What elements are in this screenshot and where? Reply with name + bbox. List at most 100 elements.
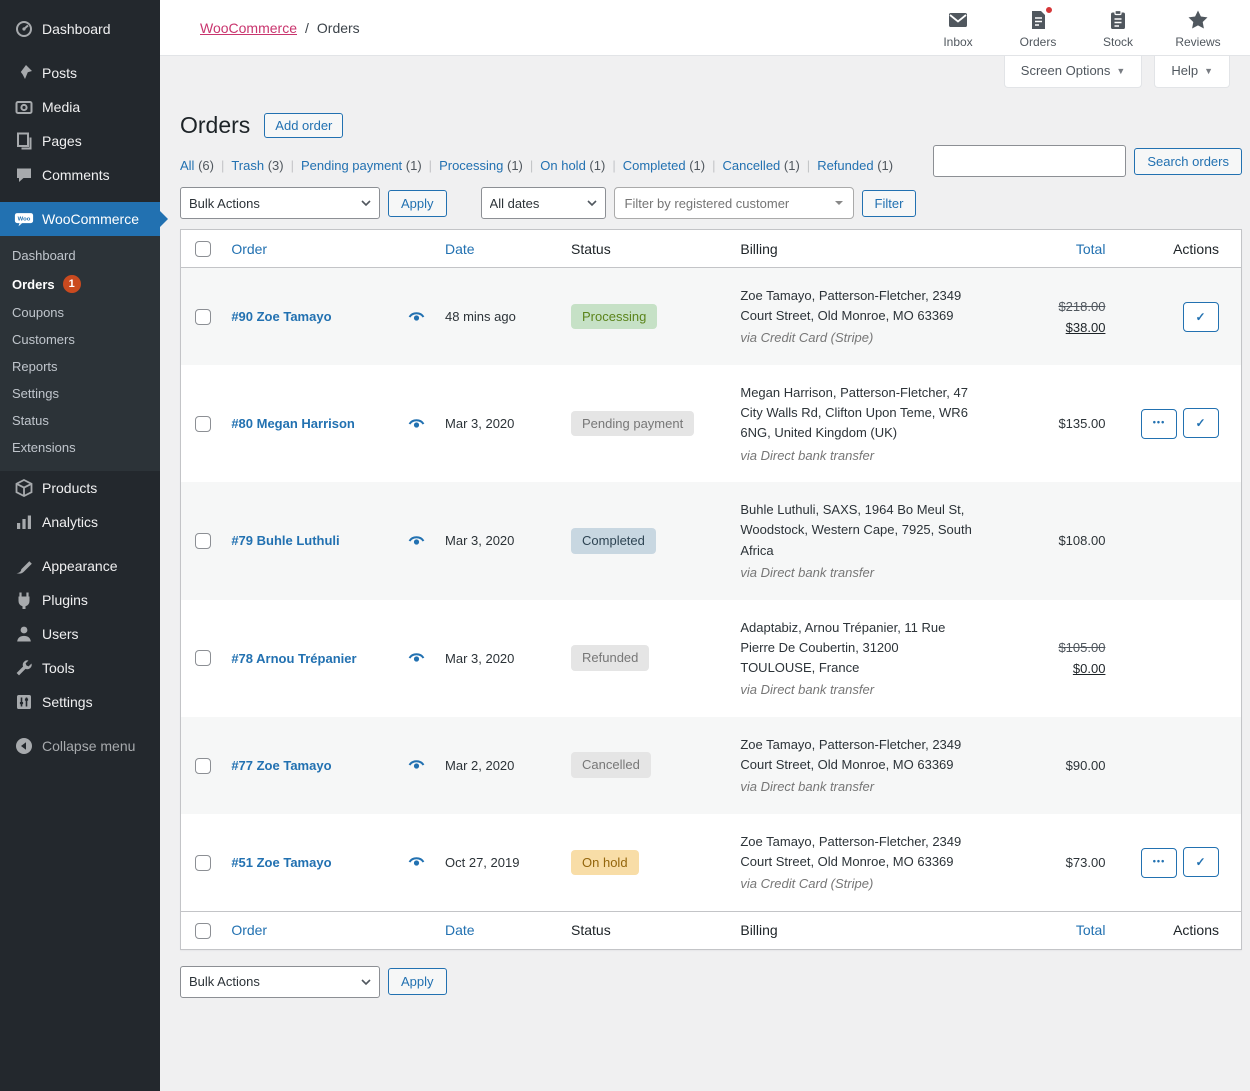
row-checkbox[interactable] [195,309,211,325]
submenu-item-status[interactable]: Status [0,407,160,434]
date-filter-select[interactable]: All dates [481,187,606,219]
sort-total-header[interactable]: Total [1076,922,1106,938]
sidebar-item-label: Products [42,480,97,496]
billing-address: Megan Harrison, Patterson-Fletcher, 47 C… [740,373,974,445]
customer-filter-select[interactable]: Filter by registered customer [614,187,854,219]
order-link[interactable]: #80 Megan Harrison [231,416,355,431]
total-original: $218.00 [994,299,1105,314]
help-button[interactable]: Help ▼ [1154,56,1230,88]
sidebar-item-users[interactable]: Users [0,617,160,651]
more-actions-button[interactable]: ••• [1141,848,1177,878]
collapse-icon [14,736,34,756]
sidebar-item-tools[interactable]: Tools [0,651,160,685]
apply-button[interactable]: Apply [388,190,447,217]
sidebar-item-settings[interactable]: Settings [0,685,160,719]
sidebar-item-woocommerce[interactable]: WooWooCommerce [0,202,160,236]
dashboard-icon [14,19,34,39]
sidebar-item-analytics[interactable]: Analytics [0,505,160,539]
order-total: $90.00 [984,717,1115,814]
search-orders-button[interactable]: Search orders [1134,148,1242,175]
search-input[interactable] [933,145,1126,177]
bulk-actions-select[interactable]: Bulk Actions [180,187,380,219]
order-link[interactable]: #77 Zoe Tamayo [231,758,331,773]
sidebar-item-products[interactable]: Products [0,471,160,505]
row-checkbox[interactable] [195,416,211,432]
status-header: Status [561,911,730,949]
order-link[interactable]: #51 Zoe Tamayo [231,855,331,870]
submenu-item-dashboard[interactable]: Dashboard [0,242,160,269]
sidebar-item-collapse[interactable]: Collapse menu [0,729,160,763]
order-link[interactable]: #79 Buhle Luthuli [231,533,339,548]
preview-icon[interactable] [408,417,425,431]
comments-icon [14,165,34,185]
view-link-pending-payment[interactable]: Pending payment [301,158,402,173]
complete-order-button[interactable]: ✓ [1183,408,1219,438]
activity-tab-inbox[interactable]: Inbox [918,6,998,49]
complete-order-button[interactable]: ✓ [1183,302,1219,332]
preview-icon[interactable] [408,758,425,772]
order-link[interactable]: #78 Arnou Trépanier [231,651,356,666]
sidebar-item-pages[interactable]: Pages [0,124,160,158]
chevron-down-icon [835,201,843,209]
submenu-item-settings[interactable]: Settings [0,380,160,407]
sidebar-item-posts[interactable]: Posts [0,56,160,90]
view-link-cancelled[interactable]: Cancelled [722,158,780,173]
view-link-all[interactable]: All [180,158,194,173]
view-link-processing[interactable]: Processing [439,158,503,173]
sort-total-header[interactable]: Total [1076,241,1106,257]
select-all-checkbox[interactable] [195,241,211,257]
media-icon [14,97,34,117]
row-actions: ••• ✓ [1115,814,1241,912]
sort-order-header[interactable]: Order [231,241,267,257]
add-order-button[interactable]: Add order [264,113,343,138]
preview-icon[interactable] [408,310,425,324]
view-link-completed[interactable]: Completed [623,158,686,173]
submenu-item-orders[interactable]: Orders1 [0,269,160,299]
view-link-trash[interactable]: Trash [231,158,264,173]
sort-order-header[interactable]: Order [231,922,267,938]
billing-address: Adaptabiz, Arnou Trépanier, 11 Rue Pierr… [740,608,974,680]
row-checkbox[interactable] [195,758,211,774]
row-actions [1115,717,1241,814]
activity-tab-label: Reviews [1175,35,1220,49]
sort-date-header[interactable]: Date [445,241,475,257]
submenu-item-extensions[interactable]: Extensions [0,434,160,461]
submenu-item-coupons[interactable]: Coupons [0,299,160,326]
order-total: $73.00 [984,814,1115,912]
row-checkbox[interactable] [195,855,211,871]
preview-icon[interactable] [408,534,425,548]
view-count: (1) [686,158,706,173]
view-link-on-hold[interactable]: On hold [540,158,586,173]
activity-tab-reviews[interactable]: Reviews [1158,6,1238,49]
more-actions-button[interactable]: ••• [1141,409,1177,439]
view-count: (1) [586,158,606,173]
activity-tab-orders[interactable]: Orders [998,6,1078,49]
sidebar-item-appearance[interactable]: Appearance [0,549,160,583]
order-total: $108.00 [984,482,1115,599]
preview-icon[interactable] [408,855,425,869]
activity-tab-stock[interactable]: Stock [1078,6,1158,49]
select-all-checkbox[interactable] [195,923,211,939]
sort-date-header[interactable]: Date [445,922,475,938]
filter-button[interactable]: Filter [862,190,917,217]
checkmark-icon: ✓ [1195,855,1206,869]
view-separator: | [712,158,715,173]
order-link[interactable]: #90 Zoe Tamayo [231,309,331,324]
submenu-item-customers[interactable]: Customers [0,326,160,353]
submenu-item-reports[interactable]: Reports [0,353,160,380]
view-link-refunded[interactable]: Refunded [817,158,873,173]
preview-icon[interactable] [408,651,425,665]
bulk-actions-select[interactable]: Bulk Actions [180,966,380,998]
row-checkbox[interactable] [195,650,211,666]
complete-order-button[interactable]: ✓ [1183,847,1219,877]
chevron-down-icon: ▼ [1204,66,1213,76]
sidebar-item-dashboard[interactable]: Dashboard [0,12,160,46]
dashboard-icon [14,19,34,39]
breadcrumb-woocommerce-link[interactable]: WooCommerce [200,20,297,36]
sidebar-item-comments[interactable]: Comments [0,158,160,192]
row-checkbox[interactable] [195,533,211,549]
apply-button[interactable]: Apply [388,968,447,995]
sidebar-item-media[interactable]: Media [0,90,160,124]
screen-options-button[interactable]: Screen Options ▼ [1004,56,1143,88]
sidebar-item-plugins[interactable]: Plugins [0,583,160,617]
